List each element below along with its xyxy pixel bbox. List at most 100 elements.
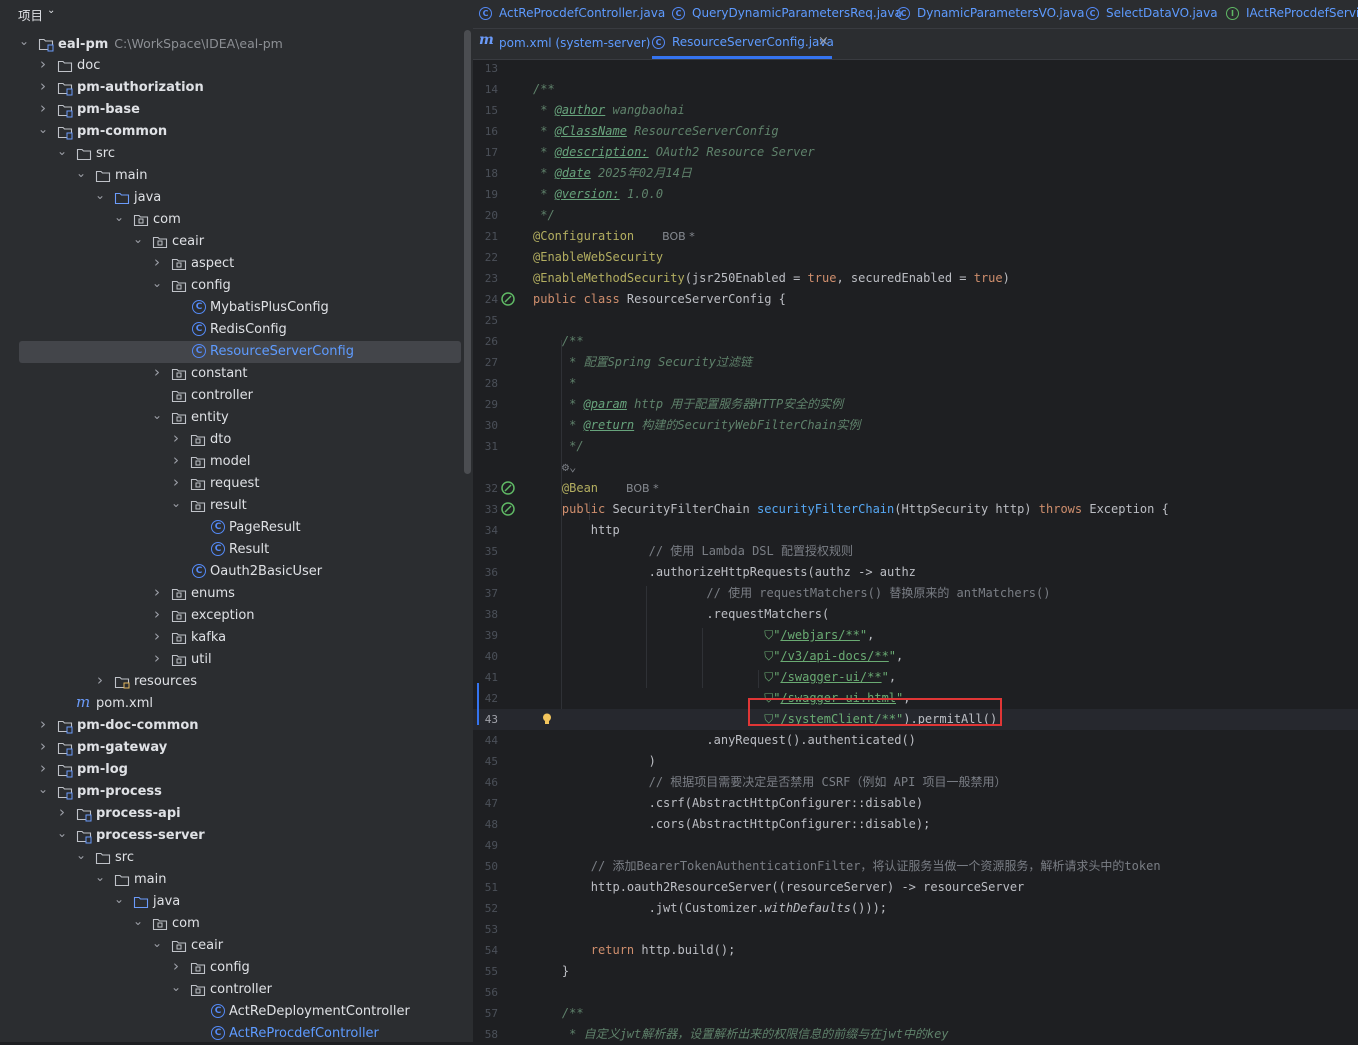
chevron-down-icon[interactable]: ⌄ [74,165,88,181]
tree-row-redisconfig[interactable]: C RedisConfig [19,319,461,341]
tree-row-main[interactable]: ⌄ main [19,165,461,187]
chevron-down-icon[interactable]: ⌄ [150,407,164,423]
tree-row-com[interactable]: ⌄ com [19,209,461,231]
code-line[interactable]: 50 // 添加BearerTokenAuthenticationFilter，… [473,856,1358,877]
tree-row-request[interactable]: › request [19,473,461,495]
chevron-right-icon[interactable]: › [150,254,164,270]
tree-row-enums[interactable]: › enums [19,583,461,605]
chevron-right-icon[interactable]: › [150,584,164,600]
chevron-down-icon[interactable]: ⌄ [150,275,164,291]
tree-row-eal-pm[interactable]: ⌄ eal-pm C:\WorkSpace\IDEA\eal-pm [19,33,461,55]
chevron-right-icon[interactable]: › [169,474,183,490]
chevron-down-icon[interactable]: ⌄ [112,209,126,225]
tree-row-pm-common[interactable]: ⌄ pm-common [19,121,461,143]
code-line[interactable]: 17 * @description: OAuth2 Resource Serve… [473,142,1358,163]
chevron-right-icon[interactable]: › [36,760,50,776]
chevron-right-icon[interactable]: › [55,804,69,820]
code-line[interactable]: 22 @EnableWebSecurity [473,247,1358,268]
chevron-right-icon[interactable]: › [36,78,50,94]
code-line[interactable]: 29 * @param http 用于配置服务器HTTP安全的实例 [473,394,1358,415]
chevron-down-icon[interactable]: ⌄ [169,979,183,995]
chevron-down-icon[interactable]: ⌄ [93,869,107,885]
code-area[interactable]: 13 14/** 15 * @author wangbaohai 16 * @Clas… [473,58,1358,1042]
tree-row-resourceserverconfig[interactable]: C ResourceServerConfig [19,341,461,363]
chevron-right-icon[interactable]: › [169,452,183,468]
code-line[interactable]: 51 http.oauth2ResourceServer((resourceSe… [473,877,1358,898]
code-line[interactable]: 25 [473,310,1358,331]
chevron-right-icon[interactable]: › [150,650,164,666]
code-line[interactable]: 30 * @return 构建的SecurityWebFilterChain实例 [473,415,1358,436]
project-panel-title[interactable]: 项目 [18,5,43,24]
code-line[interactable]: ⚙⌄ [473,457,1358,478]
editor-tab[interactable]: m pom.xml (system-server) [479,29,650,59]
bean-icon[interactable] [501,292,515,306]
code-line[interactable]: 57 /** [473,1003,1358,1024]
code-line[interactable]: 41 ⛉"/swagger-ui/**", [473,667,1358,688]
code-line[interactable]: 44 .anyRequest().authenticated() [473,730,1358,751]
tree-row-aspect[interactable]: › aspect [19,253,461,275]
tree-row-pom-xml[interactable]: m pom.xml [19,693,461,715]
tree-row-pm-base[interactable]: › pm-base [19,99,461,121]
code-line[interactable]: 27 * 配置Spring Security过滤链 [473,352,1358,373]
tree-row-java[interactable]: ⌄ java [19,891,461,913]
chevron-right-icon[interactable]: › [169,430,183,446]
code-line[interactable]: 36 .authorizeHttpRequests(authz -> authz [473,562,1358,583]
chevron-down-icon[interactable]: ⌄ [131,913,145,929]
code-line[interactable]: 21 @Configuration BOB * [473,226,1358,247]
tree-row-model[interactable]: › model [19,451,461,473]
tree-row-src[interactable]: ⌄ src [19,143,461,165]
code-line[interactable]: 48 .cors(AbstractHttpConfigurer::disable… [473,814,1358,835]
chevron-right-icon[interactable]: › [150,364,164,380]
tree-row-process-api[interactable]: › process-api [19,803,461,825]
code-line[interactable]: 34 http [473,520,1358,541]
tree-row-pm-gateway[interactable]: › pm-gateway [19,737,461,759]
tree-row-config[interactable]: ⌄ config [19,275,461,297]
code-line[interactable]: 20 */ [473,205,1358,226]
close-icon[interactable]: × [818,34,829,49]
code-line[interactable]: 37 // 使用 requestMatchers() 替换原来的 antMatc… [473,583,1358,604]
chevron-down-icon[interactable]: ⌄ [47,5,55,16]
bean-icon[interactable] [501,481,515,495]
project-panel-header[interactable]: 项目 ⌄ [0,0,473,26]
chevron-down-icon[interactable]: ⌄ [55,825,69,841]
code-line[interactable]: 45 ) [473,751,1358,772]
code-line[interactable]: 40 ⛉"/v3/api-docs/**", [473,646,1358,667]
code-line[interactable]: 28 * [473,373,1358,394]
tree-row-pm-process[interactable]: ⌄ pm-process [19,781,461,803]
chevron-right-icon[interactable]: › [150,606,164,622]
tree-row-result[interactable]: ⌄ result [19,495,461,517]
code-line[interactable]: 39 ⛉"/webjars/**", [473,625,1358,646]
code-line[interactable]: 38 .requestMatchers( [473,604,1358,625]
chevron-right-icon[interactable]: › [93,672,107,688]
bean-icon[interactable] [501,502,515,516]
code-line[interactable]: 47 .csrf(AbstractHttpConfigurer::disable… [473,793,1358,814]
chevron-down-icon[interactable]: ⌄ [93,187,107,203]
code-line[interactable]: 54 return http.build(); [473,940,1358,961]
tree-row-result[interactable]: C Result [19,539,461,561]
chevron-down-icon[interactable]: ⌄ [131,231,145,247]
code-line[interactable]: 53 [473,919,1358,940]
tree-row-pm-authorization[interactable]: › pm-authorization [19,77,461,99]
tree-row-com[interactable]: ⌄ com [19,913,461,935]
code-line[interactable]: 24 public class ResourceServerConfig { [473,289,1358,310]
chevron-down-icon[interactable]: ⌄ [17,33,31,49]
chevron-down-icon[interactable]: ⌄ [36,781,50,797]
tree-row-controller[interactable]: controller [19,385,461,407]
tree-row-pm-log[interactable]: › pm-log [19,759,461,781]
chevron-down-icon[interactable]: ⌄ [55,143,69,159]
tree-row-exception[interactable]: › exception [19,605,461,627]
tree-row-ceair[interactable]: ⌄ ceair [19,231,461,253]
tree-row-resources[interactable]: › resources [19,671,461,693]
chevron-right-icon[interactable]: › [169,958,183,974]
tree-row-src[interactable]: ⌄ src [19,847,461,869]
code-line[interactable]: 35 // 使用 Lambda DSL 配置授权规则 [473,541,1358,562]
tree-row-main[interactable]: ⌄ main [19,869,461,891]
chevron-right-icon[interactable]: › [36,100,50,116]
chevron-down-icon[interactable]: ⌄ [112,891,126,907]
chevron-down-icon[interactable]: ⌄ [150,935,164,951]
code-line[interactable]: 23 @EnableMethodSecurity(jsr250Enabled = … [473,268,1358,289]
chevron-right-icon[interactable]: › [150,628,164,644]
tree-row-process-server[interactable]: ⌄ process-server [19,825,461,847]
code-line[interactable]: 52 .jwt(Customizer.withDefaults())); [473,898,1358,919]
code-line[interactable]: 46 // 根据项目需要决定是否禁用 CSRF（例如 API 项目一般禁用） [473,772,1358,793]
